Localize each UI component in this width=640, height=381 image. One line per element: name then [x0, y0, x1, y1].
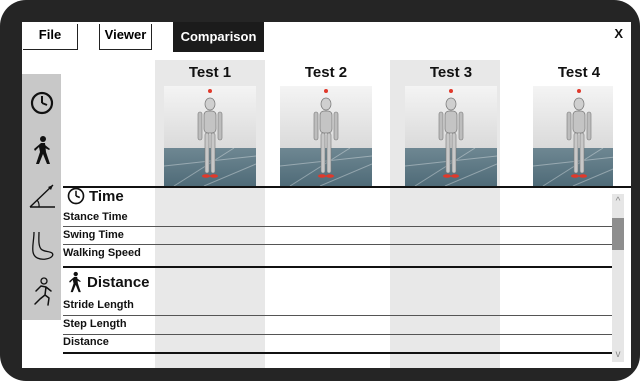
column-title-test-4[interactable]: Test 4: [524, 64, 631, 81]
walking-person-icon: [69, 271, 81, 293]
scroll-up-arrow[interactable]: ^: [612, 196, 624, 207]
scroll-down-arrow[interactable]: v: [612, 349, 624, 360]
tab-viewer[interactable]: Viewer: [99, 24, 152, 50]
skeleton-figure-icon: [164, 89, 256, 186]
section-distance-title: Distance: [87, 273, 150, 291]
scroll-thumb[interactable]: [612, 218, 624, 250]
row-walking-speed[interactable]: Walking Speed: [63, 247, 141, 259]
row-divider: [63, 334, 613, 335]
header-divider: [63, 186, 631, 188]
section-time-title: Time: [89, 187, 124, 205]
vertical-scrollbar[interactable]: ^ v: [612, 194, 624, 362]
row-distance[interactable]: Distance: [63, 336, 109, 348]
test-3-avatar-thumbnail[interactable]: [405, 86, 497, 186]
column-title-test-2[interactable]: Test 2: [271, 64, 381, 81]
walking-person-icon[interactable]: [22, 132, 61, 168]
section-divider: [63, 352, 613, 354]
row-swing-time[interactable]: Swing Time: [63, 229, 124, 241]
section-distance-heading: Distance: [67, 271, 150, 293]
tab-file[interactable]: File: [23, 24, 78, 50]
close-button[interactable]: X: [614, 26, 623, 41]
app-screen: File Viewer Comparison X Test 1 Test 2 T…: [22, 22, 631, 368]
section-divider: [63, 266, 613, 268]
angle-icon[interactable]: [22, 178, 61, 214]
row-divider: [63, 226, 613, 227]
test-1-avatar-thumbnail[interactable]: [164, 86, 256, 186]
test-2-avatar-thumbnail[interactable]: [280, 86, 372, 186]
foot-icon[interactable]: [22, 226, 61, 266]
section-time-heading: Time: [67, 187, 124, 205]
skeleton-figure-icon: [533, 89, 613, 186]
skeleton-figure-icon: [280, 89, 372, 186]
tab-comparison[interactable]: Comparison: [173, 22, 264, 52]
skeleton-figure-icon: [405, 89, 497, 186]
clock-icon[interactable]: [22, 86, 61, 120]
row-divider: [63, 244, 613, 245]
row-step-length[interactable]: Step Length: [63, 318, 127, 330]
running-person-icon[interactable]: [22, 274, 61, 310]
test-4-avatar-thumbnail[interactable]: [533, 86, 613, 186]
column-title-test-1[interactable]: Test 1: [155, 64, 265, 81]
row-stride-length[interactable]: Stride Length: [63, 299, 134, 311]
metric-sidebar: [22, 74, 61, 320]
clock-icon: [67, 187, 85, 205]
row-stance-time[interactable]: Stance Time: [63, 211, 128, 223]
row-divider: [63, 315, 613, 316]
column-title-test-3[interactable]: Test 3: [396, 64, 506, 81]
